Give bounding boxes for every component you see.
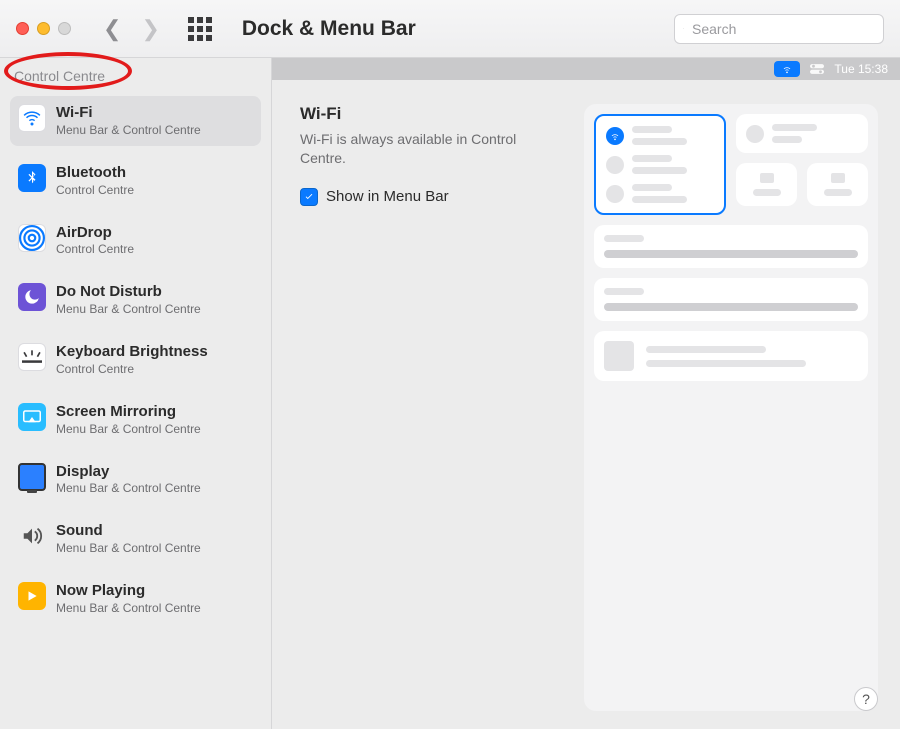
sidebar-item-label: Do Not Disturb [56,283,201,302]
sound-icon [18,522,46,550]
checkbox-icon[interactable] [300,188,318,206]
detail-heading: Wi-Fi [300,104,584,124]
help-button[interactable]: ? [854,687,878,711]
main-panel: Tue 15:38 Wi-Fi Wi-Fi is always availabl… [272,58,900,729]
sidebar-item-sublabel: Menu Bar & Control Centre [56,601,201,616]
sidebar-item-label: Bluetooth [56,164,134,183]
airdrop-icon [18,224,46,252]
sidebar-item-display[interactable]: Display Menu Bar & Control Centre [10,455,261,505]
screen-mirroring-icon [18,403,46,431]
sidebar-item-sublabel: Menu Bar & Control Centre [56,541,201,556]
checkbox-label: Show in Menu Bar [326,188,449,205]
sidebar-item-bluetooth[interactable]: Bluetooth Control Centre [10,156,261,206]
search-field[interactable] [674,14,884,44]
help-label: ? [862,691,870,707]
sidebar-item-wifi[interactable]: Wi-Fi Menu Bar & Control Centre [10,96,261,146]
menubar-preview: Tue 15:38 [272,58,900,80]
menubar-wifi-pill [774,61,800,77]
sidebar-item-sublabel: Menu Bar & Control Centre [56,302,201,317]
detail-area: Wi-Fi Wi-Fi is always available in Contr… [300,104,584,711]
preview-card-media [594,331,868,381]
menubar-clock: Tue 15:38 [834,62,888,76]
control-centre-preview [584,104,878,711]
sidebar-item-dnd[interactable]: Do Not Disturb Menu Bar & Control Centre [10,275,261,325]
bluetooth-icon [18,164,46,192]
sidebar-item-label: Now Playing [56,582,201,601]
sidebar-item-sublabel: Menu Bar & Control Centre [56,422,201,437]
back-button[interactable]: ❮ [103,18,121,40]
sidebar-item-label: Wi-Fi [56,104,201,123]
sidebar-item-airdrop[interactable]: AirDrop Control Centre [10,216,261,266]
keyboard-brightness-icon [18,343,46,371]
sidebar-scroll[interactable]: Wi-Fi Menu Bar & Control Centre Bluetoot… [0,90,271,729]
sidebar-item-sound[interactable]: Sound Menu Bar & Control Centre [10,514,261,564]
traffic-lights [16,22,71,35]
sidebar-item-label: Keyboard Brightness [56,343,208,362]
sidebar-item-screen-mirroring[interactable]: Screen Mirroring Menu Bar & Control Cent… [10,395,261,445]
wifi-icon [18,104,46,132]
sidebar-section-title: Control Centre [14,68,105,84]
sidebar-item-now-playing[interactable]: Now Playing Menu Bar & Control Centre [10,574,261,624]
sidebar-item-label: Screen Mirroring [56,403,201,422]
sidebar-item-sublabel: Menu Bar & Control Centre [56,481,201,496]
sidebar: Control Centre Wi-Fi Menu Bar & Control … [0,58,272,729]
sidebar-item-sublabel: Menu Bar & Control Centre [56,123,201,138]
forward-button[interactable]: ❯ [141,18,159,40]
sidebar-section-header: Control Centre [0,58,271,90]
display-icon [18,463,46,491]
preview-card-slider1 [594,225,868,268]
show-all-prefs-button[interactable] [188,17,212,41]
window-toolbar: ❮ ❯ Dock & Menu Bar [0,0,900,58]
sidebar-item-label: AirDrop [56,224,134,243]
moon-icon [18,283,46,311]
sidebar-item-keyboard-brightness[interactable]: Keyboard Brightness Control Centre [10,335,261,385]
search-icon [683,21,684,36]
window-title: Dock & Menu Bar [242,17,416,41]
minimize-window-button[interactable] [37,22,50,35]
sidebar-item-sublabel: Control Centre [56,242,134,257]
show-in-menubar-row[interactable]: Show in Menu Bar [300,188,584,206]
detail-description: Wi-Fi is always available in Control Cen… [300,130,560,168]
preview-card-slider2 [594,278,868,321]
preview-card-connectivity [594,114,726,215]
nav-arrows: ❮ ❯ [103,18,160,40]
sidebar-item-label: Sound [56,522,201,541]
sidebar-item-sublabel: Control Centre [56,362,208,377]
close-window-button[interactable] [16,22,29,35]
menubar-control-centre-icon [810,62,824,76]
sidebar-item-sublabel: Control Centre [56,183,134,198]
zoom-window-button[interactable] [58,22,71,35]
now-playing-icon [18,582,46,610]
search-input[interactable] [690,20,875,38]
sidebar-item-label: Display [56,463,201,482]
